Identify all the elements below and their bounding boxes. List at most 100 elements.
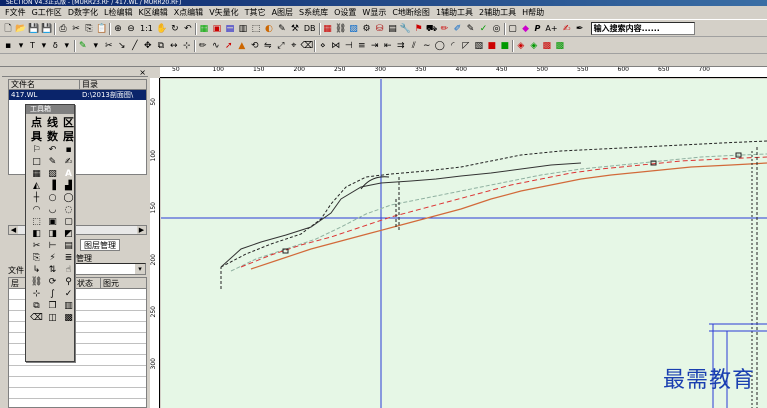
tool-save-icon[interactable]: ▪	[61, 145, 76, 156]
tool-cut-icon[interactable]: ✂	[29, 241, 44, 252]
grid-red-icon[interactable]: ▦	[322, 23, 334, 35]
drawing-canvas[interactable]: 最需教育	[161, 79, 767, 408]
refresh-icon[interactable]: ↻	[169, 23, 181, 35]
menu-item[interactable]: L检编辑	[101, 6, 135, 20]
extend-icon[interactable]: ⇥	[369, 40, 381, 52]
col-status[interactable]: 状态	[75, 278, 101, 288]
tool-fill-icon[interactable]: ▩	[61, 313, 76, 324]
tool-circle-icon[interactable]: ○	[45, 193, 60, 204]
table-row[interactable]: 417.WL D:\2013剖面图\	[9, 90, 146, 100]
menu-item[interactable]: S系统库	[296, 6, 331, 20]
draw-curve-icon[interactable]: ∿	[210, 40, 222, 52]
window-icon[interactable]: ▢	[507, 23, 519, 35]
wand-icon[interactable]: ✎	[276, 23, 288, 35]
break-icon[interactable]: ⫽	[408, 40, 420, 52]
open-icon[interactable]: 📂	[15, 23, 27, 35]
tool-arc2-icon[interactable]: ◡	[45, 205, 60, 216]
fill-icon[interactable]: ▲	[236, 40, 248, 52]
tool-erase-icon[interactable]: ⌫	[29, 313, 44, 324]
database-button[interactable]: DB	[302, 24, 318, 33]
tool-frame5-icon[interactable]: ◨	[45, 229, 60, 240]
layer-merge-icon[interactable]: ◈	[528, 40, 540, 52]
hatch-icon[interactable]: ▧	[473, 40, 485, 52]
trim-icon[interactable]: ⇤	[382, 40, 394, 52]
tool-cross-icon[interactable]: ┼	[29, 193, 44, 204]
grid-icon[interactable]: ▥	[237, 23, 249, 35]
menu-item[interactable]: T其它	[242, 6, 269, 20]
tab-layer-management[interactable]: 图层管理	[80, 239, 120, 251]
col-element[interactable]: 图元	[101, 278, 146, 288]
table-icon[interactable]: ▤	[387, 23, 399, 35]
menu-item[interactable]: C地断绘图	[389, 6, 433, 20]
zoom-1to1-button[interactable]: 1:1	[138, 24, 155, 33]
draw-arrow-icon[interactable]: ➚	[223, 40, 235, 52]
tool-lines-icon[interactable]: ≣	[61, 253, 76, 264]
snap-icon[interactable]: ⌖	[288, 40, 300, 52]
cut-icon[interactable]: ✂	[70, 23, 82, 35]
tool-rect-icon[interactable]: □	[29, 157, 44, 168]
rotate-icon[interactable]: ⟲	[249, 40, 261, 52]
arrow-icon[interactable]: ↘	[116, 40, 128, 52]
menu-item[interactable]: W显示	[359, 6, 389, 20]
tool-measure-icon[interactable]: ⊢	[45, 241, 60, 252]
region-red-icon[interactable]: ■	[486, 40, 498, 52]
square-tool-icon[interactable]: ▪	[2, 40, 14, 52]
dropdown-icon[interactable]: ▾	[38, 40, 50, 52]
menu-item[interactable]: H帮助	[519, 6, 547, 20]
tool-flag-icon[interactable]: ⚐	[29, 145, 44, 156]
pen-red-icon[interactable]: ✏	[439, 23, 451, 35]
tool-corner-icon[interactable]: ↳	[29, 265, 44, 276]
tool-steps-icon[interactable]: ▟	[61, 181, 76, 192]
pencil-icon[interactable]: ✎	[465, 23, 477, 35]
col-filename[interactable]: 文件名	[9, 80, 80, 89]
tool-copy2-icon[interactable]: ❐	[45, 301, 60, 312]
tool-hand-icon[interactable]: ☝	[61, 265, 76, 276]
pen-blue-icon[interactable]: ✐	[452, 23, 464, 35]
tool-frame2-icon[interactable]: ▣	[45, 217, 60, 228]
palette-red-icon[interactable]: ▩	[541, 40, 553, 52]
layer-red-icon[interactable]: ▣	[211, 23, 223, 35]
tool-node-icon[interactable]: ⊹	[29, 289, 44, 300]
menu-item[interactable]: K区编辑	[135, 6, 170, 20]
tool-stamp-icon[interactable]: ⎘	[29, 253, 44, 264]
bucket-icon[interactable]: ⛁	[374, 23, 386, 35]
copy-icon[interactable]: ⎘	[83, 23, 95, 35]
text-tool-button[interactable]: T	[28, 41, 37, 50]
tool-copy-icon[interactable]: ⧉	[29, 301, 44, 312]
brush-icon[interactable]: ✍	[561, 23, 573, 35]
tool-undo-icon[interactable]: ↶	[45, 145, 60, 156]
toolbox-title[interactable]: 工具箱	[26, 105, 74, 114]
layer-blue-icon[interactable]: ▤	[224, 23, 236, 35]
align-icon[interactable]: ≡	[356, 40, 368, 52]
tool-frame6-icon[interactable]: ◩	[61, 229, 76, 240]
node-icon[interactable]: ⊹	[181, 40, 193, 52]
mode-area-button[interactable]: 区	[61, 116, 76, 129]
scale-icon[interactable]: ⤢	[275, 40, 287, 52]
join-icon[interactable]: ⋈	[330, 40, 342, 52]
menu-item[interactable]: A图层	[269, 6, 296, 20]
tool-spiral-icon[interactable]: ⟳	[45, 277, 60, 288]
select-icon[interactable]: ⬚	[250, 23, 262, 35]
mode-tool-button[interactable]: 具	[29, 130, 44, 143]
wrench-icon[interactable]: 🔧	[400, 23, 412, 35]
copy-shape-icon[interactable]: ⧉	[155, 40, 167, 52]
palette-icon[interactable]: ◆	[520, 23, 532, 35]
print-icon[interactable]: ⎙	[57, 23, 69, 35]
pen-point-icon[interactable]: ✎	[77, 40, 89, 52]
dropdown-icon[interactable]: ▾	[61, 40, 73, 52]
gear-icon[interactable]: ⚙	[361, 23, 373, 35]
text-aplus-button[interactable]: A+	[543, 24, 559, 33]
mode-data-button[interactable]: 数	[45, 130, 60, 143]
flag-icon[interactable]: ⚑	[413, 23, 425, 35]
hammer-icon[interactable]: ⚒	[289, 23, 301, 35]
tool-text-icon[interactable]: A	[61, 169, 76, 180]
layer-green-icon[interactable]: ▦	[198, 23, 210, 35]
target-icon[interactable]: ◎	[491, 23, 503, 35]
region-green-icon[interactable]: ■	[499, 40, 511, 52]
chamfer-icon[interactable]: ◸	[460, 40, 472, 52]
toolbox-window[interactable]: 工具箱 点 线 区 具 数 层 ⚐ ↶ ▪ □ ✎ ✍ ▦ ▧ A ◭ ▐ ▟ …	[25, 104, 75, 362]
tool-tri-icon[interactable]: ◭	[29, 181, 44, 192]
draw-line-icon[interactable]: ✏	[197, 40, 209, 52]
tool-grid2-icon[interactable]: ▧	[45, 169, 60, 180]
tool-circle2-icon[interactable]: ◯	[61, 193, 76, 204]
